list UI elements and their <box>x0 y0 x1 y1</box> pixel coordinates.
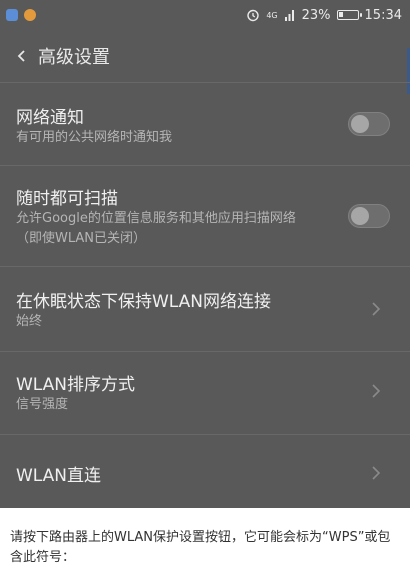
setting-subtitle: 始终 <box>16 314 43 329</box>
page-title: 高级设置 <box>38 47 110 68</box>
chevron-right-icon <box>372 466 381 480</box>
battery-icon <box>336 10 362 20</box>
setting-subtitle: 信号强度 <box>16 397 69 412</box>
setting-title: WLAN直连 <box>16 466 102 486</box>
network-notification-toggle[interactable] <box>348 112 390 136</box>
setting-title: 网络通知 <box>16 108 84 128</box>
toggle-knob <box>351 207 369 225</box>
battery-fill <box>338 12 343 17</box>
setting-subtitle: 允许Google的位置信息服务和其他应用扫描网络（即使WLAN已关闭） <box>16 211 296 246</box>
status-left <box>0 9 36 21</box>
chevron-right-icon <box>372 302 381 316</box>
battery-percent: 23% <box>301 7 331 23</box>
always-scan-toggle[interactable] <box>348 204 390 228</box>
status-right: 4G 23% 15:34 <box>246 8 410 23</box>
status-bar: 4G 23% 15:34 <box>0 0 410 30</box>
wps-dialog: 请按下路由器上的WLAN保护设置按钮，它可能会标为“WPS”或包含此符号： <box>0 508 410 580</box>
setting-title: 在休眠状态下保持WLAN网络连接 <box>16 292 272 312</box>
setting-network-notification[interactable]: 网络通知 有可用的公共网络时通知我 <box>0 83 410 165</box>
setting-keep-wlan-during-sleep[interactable]: 在休眠状态下保持WLAN网络连接 始终 <box>0 267 410 351</box>
network-type-label: 4G <box>266 10 278 20</box>
setting-always-scan[interactable]: 随时都可扫描 允许Google的位置信息服务和其他应用扫描网络（即使WLAN已关… <box>0 166 410 266</box>
toggle-knob <box>351 115 369 133</box>
back-arrow-icon[interactable] <box>16 50 28 62</box>
chevron-right-icon <box>372 384 381 398</box>
alarm-icon <box>247 9 260 22</box>
dialog-message: 请按下路由器上的WLAN保护设置按钮，它可能会标为“WPS”或包含此符号： <box>10 530 391 565</box>
clock: 15:34 <box>364 7 402 23</box>
setting-subtitle: 有可用的公共网络时通知我 <box>16 130 173 145</box>
setting-wlan-sort[interactable]: WLAN排序方式 信号强度 <box>0 352 410 434</box>
app-notification-icon <box>6 9 18 21</box>
app-header: 高级设置 <box>0 30 410 82</box>
setting-wlan-direct[interactable]: WLAN直连 <box>0 435 410 508</box>
signal-icon <box>284 10 294 21</box>
app-notification-icon-orange <box>24 9 36 21</box>
setting-title: WLAN排序方式 <box>16 375 136 395</box>
setting-title: 随时都可扫描 <box>16 189 118 209</box>
